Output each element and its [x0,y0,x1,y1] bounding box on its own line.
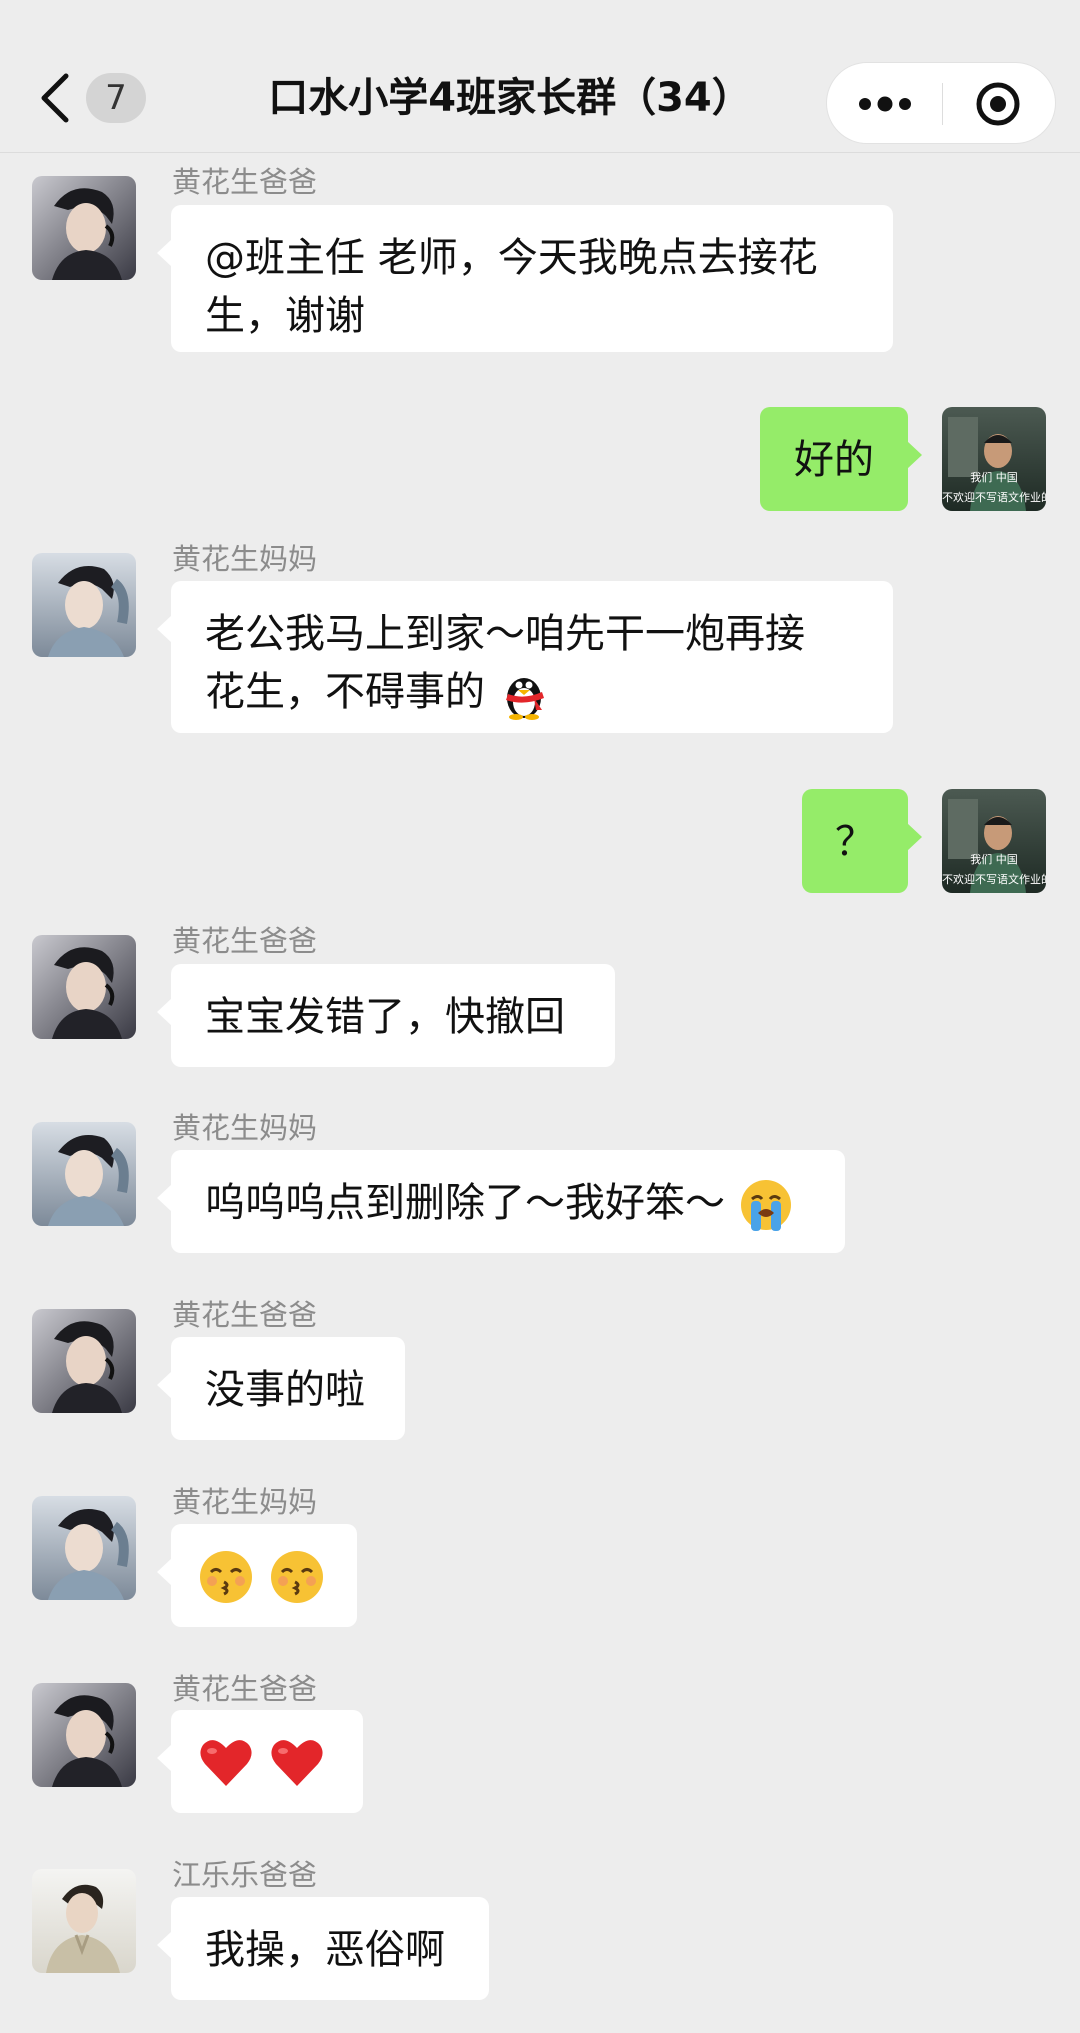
message-text-line-2: 花生，不碍事的 [205,669,485,715]
penguin-emoji-icon [505,678,544,720]
message-text-line-2: 生，谢谢 [205,293,365,339]
sender-name: 黄花生妈妈 [172,1485,318,1519]
avatar-caption: 不欢迎不写语文作业的 [942,491,1046,504]
message-text: 好的 [794,437,874,483]
message-text: 呜呜呜点到删除了～我好笨～ [205,1180,725,1226]
avatar-caption: 我们 中国 [970,471,1018,484]
avatar-huang-dad[interactable] [32,176,136,280]
message-bubble[interactable]: @班主任 老师，今天我晚点去接花 生，谢谢 [157,205,893,352]
message-bubble[interactable]: 老公我马上到家～咱先干一炮再接 花生，不碍事的 [157,581,893,733]
close-target-icon[interactable] [975,81,1021,127]
self-message-bubble[interactable]: 好的 [760,407,922,511]
sender-name: 黄花生爸爸 [172,1672,318,1706]
unread-count-badge[interactable]: 7 [86,73,146,123]
mini-program-capsule [826,62,1056,144]
chat-header: 7 口水小学4班家长群（34） [0,0,1080,153]
sender-name: 黄花生爸爸 [172,924,318,958]
more-dots-icon[interactable] [855,87,915,121]
message-text: 没事的啦 [205,1367,365,1413]
sender-name: 黄花生爸爸 [172,165,318,199]
sender-name: 黄花生妈妈 [172,1111,318,1145]
red-heart-emoji-icon [200,1740,252,1786]
red-heart-emoji-icon [271,1740,323,1786]
sender-name: 黄花生爸爸 [172,1298,318,1332]
avatar-caption: 我们 中国 [970,853,1018,866]
avatar-huang-mom[interactable] [32,1496,136,1600]
message-text: 宝宝发错了，快撤回 [205,994,565,1040]
kissing-face-emoji-icon [270,1551,323,1603]
message-bubble[interactable]: 宝宝发错了，快撤回 [157,964,615,1067]
avatar-huang-mom[interactable] [32,1122,136,1226]
message-text-line-1: @班主任 老师，今天我晚点去接花 [205,235,818,281]
message-bubble[interactable]: 我操，恶俗啊 [157,1897,489,2000]
message-bubble[interactable]: 没事的啦 [157,1337,405,1440]
message-text: 我操，恶俗啊 [205,1927,445,1973]
avatar-huang-dad[interactable] [32,1683,136,1787]
avatar-huang-mom[interactable] [32,553,136,657]
sender-name: 黄花生妈妈 [172,542,318,576]
loudly-crying-emoji-icon [740,1180,791,1231]
message-text-line-1: 老公我马上到家～咱先干一炮再接 [205,611,805,657]
avatar-self[interactable]: 我们 中国 不欢迎不写语文作业的 [942,789,1046,893]
self-message-bubble[interactable]: ？ [802,789,922,893]
message-bubble[interactable] [157,1524,357,1627]
sender-name: 江乐乐爸爸 [172,1858,318,1892]
avatar-huang-dad[interactable] [32,1309,136,1413]
avatar-huang-dad[interactable] [32,935,136,1039]
kissing-face-emoji-icon [200,1551,252,1603]
back-chevron-icon[interactable] [36,70,76,126]
group-title: 口水小学4班家长群（34） [268,75,752,121]
message-text: ？ [835,819,875,865]
avatar-jiang-dad[interactable] [32,1869,136,1973]
message-bubble[interactable] [157,1710,363,1813]
capsule-divider [942,83,943,125]
avatar-caption: 不欢迎不写语文作业的 [942,873,1046,886]
avatar-self[interactable]: 我们 中国 不欢迎不写语文作业的 [942,407,1046,511]
message-bubble[interactable]: 呜呜呜点到删除了～我好笨～ [157,1150,845,1253]
